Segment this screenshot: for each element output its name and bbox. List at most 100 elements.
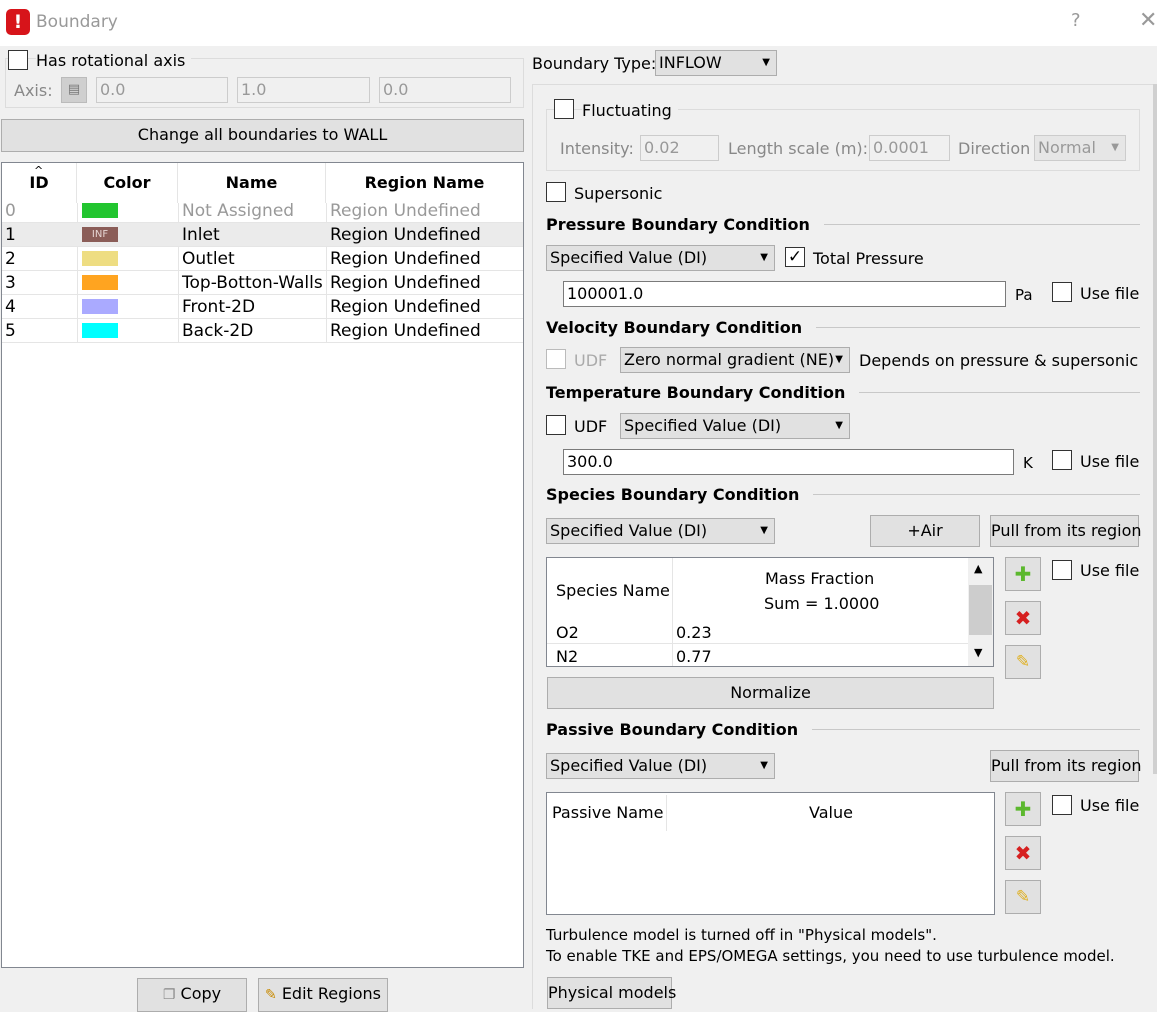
direction-select[interactable]: Normal ▼	[1034, 135, 1126, 161]
table-row[interactable]: 5 Back-2D Region Undefined	[2, 319, 523, 343]
species-section-title: Species Boundary Condition	[546, 485, 814, 504]
passive-use-file-checkbox[interactable]	[1052, 795, 1072, 815]
pressure-section-title: Pressure Boundary Condition	[546, 215, 824, 234]
velocity-udf-checkbox[interactable]	[546, 349, 566, 369]
app-warning-icon: !	[6, 9, 30, 35]
species-scrollbar[interactable]: ▲ ▼	[968, 558, 993, 666]
temperature-value-input[interactable]: 300.0	[563, 449, 1014, 475]
sort-up-icon: ^	[34, 164, 44, 177]
window-title: Boundary	[36, 12, 118, 32]
axis-y-input[interactable]: 1.0	[237, 77, 370, 103]
temperature-mode-select[interactable]: Specified Value (DI) ▼	[620, 413, 850, 439]
mass-fraction-header[interactable]: Mass Fraction	[765, 569, 874, 588]
row-region: Region Undefined	[330, 249, 481, 269]
remove-passive-icon[interactable]: ✖	[1005, 836, 1041, 870]
axis-label: Axis:	[14, 81, 53, 100]
row-id: 2	[5, 249, 16, 269]
total-pressure-checkbox[interactable]: ✓	[785, 247, 805, 267]
dropdown-arrow-icon: ▼	[835, 354, 843, 365]
column-header-color[interactable]: Color	[77, 163, 178, 203]
change-all-to-wall-button[interactable]: Change all boundaries to WALL	[1, 119, 524, 152]
boundary-type-label: Boundary Type:	[532, 54, 657, 73]
species-use-file-checkbox[interactable]	[1052, 560, 1072, 580]
fluctuating-checkbox[interactable]	[554, 99, 574, 119]
temperature-udf-checkbox[interactable]	[546, 415, 566, 435]
row-region: Region Undefined	[330, 225, 481, 245]
total-pressure-label: Total Pressure	[813, 249, 924, 268]
normalize-button[interactable]: Normalize	[547, 677, 994, 709]
physical-models-button[interactable]: Physical models	[547, 977, 676, 1009]
copy-button[interactable]: ❐ Copy	[137, 978, 247, 1012]
column-header-name[interactable]: Name	[178, 163, 326, 203]
scroll-down-icon[interactable]: ▼	[974, 646, 982, 659]
clear-passive-icon[interactable]: ✎	[1005, 880, 1041, 914]
panel-scrollbar[interactable]	[1153, 84, 1157, 774]
dropdown-arrow-icon: ▼	[835, 420, 843, 431]
add-species-icon[interactable]: ✚	[1005, 557, 1041, 591]
table-row[interactable]: 3 Top-Botton-Walls Region Undefined	[2, 271, 523, 295]
color-swatch	[82, 275, 118, 290]
paste-icon[interactable]: ▤	[61, 77, 87, 103]
row-name: Front-2D	[182, 297, 256, 317]
table-row[interactable]: 2 Outlet Region Undefined	[2, 247, 523, 271]
clear-species-icon[interactable]: ✎	[1005, 645, 1041, 679]
edit-regions-button[interactable]: ✎ Edit Regions	[258, 978, 388, 1012]
column-header-region[interactable]: Region Name	[326, 163, 523, 203]
scroll-thumb[interactable]	[969, 585, 992, 635]
pressure-use-file-checkbox[interactable]	[1052, 282, 1072, 302]
table-row[interactable]: N2 0.77	[547, 644, 968, 666]
column-header-id[interactable]: ^ ID	[2, 163, 77, 203]
species-mode-select[interactable]: Specified Value (DI) ▼	[546, 518, 775, 544]
length-scale-label: Length scale (m):	[728, 139, 869, 158]
rotational-axis-checkbox[interactable]	[8, 50, 28, 70]
boundary-table: ^ ID Color Name Region Name 0 Not Assign…	[1, 162, 524, 968]
species-pull-region-button[interactable]: Pull from its region	[990, 515, 1142, 547]
close-icon[interactable]: ✕	[1139, 7, 1157, 35]
temperature-use-file-checkbox[interactable]	[1052, 450, 1072, 470]
add-passive-icon[interactable]: ✚	[1005, 792, 1041, 826]
temperature-unit: K	[1023, 454, 1033, 472]
dropdown-arrow-icon: ▼	[762, 57, 770, 68]
table-row[interactable]: O2 0.23	[547, 620, 968, 644]
species-use-file-label: Use file	[1080, 561, 1140, 580]
row-region: Region Undefined	[330, 321, 481, 341]
axis-z-input[interactable]: 0.0	[379, 77, 511, 103]
passive-pull-region-button[interactable]: Pull from its region	[990, 750, 1142, 782]
add-air-button[interactable]: +Air	[870, 515, 980, 547]
color-swatch	[82, 251, 118, 266]
remove-species-icon[interactable]: ✖	[1005, 601, 1041, 635]
supersonic-checkbox[interactable]	[546, 182, 566, 202]
table-row[interactable]: 1 INF Inlet Region Undefined	[2, 223, 523, 247]
pencil-icon: ✎	[264, 987, 277, 1003]
pressure-value-input[interactable]: 100001.0	[563, 281, 1006, 307]
color-swatch: INF	[82, 227, 118, 242]
column-divider	[666, 795, 667, 831]
table-row[interactable]: 4 Front-2D Region Undefined	[2, 295, 523, 319]
row-id: 0	[5, 201, 16, 221]
intensity-input[interactable]: 0.02	[640, 135, 719, 161]
row-region: Region Undefined	[330, 273, 481, 293]
passive-table: Passive Name Value	[546, 792, 995, 915]
velocity-udf-label: UDF	[574, 351, 608, 370]
passive-section-title: Passive Boundary Condition	[546, 720, 813, 739]
dropdown-arrow-icon: ▼	[760, 760, 768, 771]
velocity-mode-select[interactable]: Zero normal gradient (NE) ▼	[620, 347, 850, 373]
boundary-type-select[interactable]: INFLOW ▼	[655, 50, 777, 76]
passive-value-header[interactable]: Value	[809, 803, 853, 822]
intensity-label: Intensity:	[560, 139, 634, 158]
passive-mode-select[interactable]: Specified Value (DI) ▼	[546, 753, 775, 779]
table-row[interactable]: 0 Not Assigned Region Undefined	[2, 199, 523, 223]
row-id: 4	[5, 297, 16, 317]
fluctuating-label: Fluctuating	[582, 101, 678, 120]
species-table: Species Name Mass Fraction Sum = 1.0000 …	[546, 557, 994, 667]
axis-x-input[interactable]: 0.0	[96, 77, 228, 103]
temperature-use-file-label: Use file	[1080, 452, 1140, 471]
row-id: 5	[5, 321, 16, 341]
species-name-header[interactable]: Species Name	[556, 581, 670, 600]
pressure-unit: Pa	[1015, 286, 1033, 304]
help-button[interactable]: ?	[1071, 10, 1081, 31]
length-scale-input[interactable]: 0.0001	[869, 135, 950, 161]
passive-name-header[interactable]: Passive Name	[552, 803, 663, 822]
pressure-mode-select[interactable]: Specified Value (DI) ▼	[546, 245, 775, 271]
scroll-up-icon[interactable]: ▲	[974, 562, 982, 575]
